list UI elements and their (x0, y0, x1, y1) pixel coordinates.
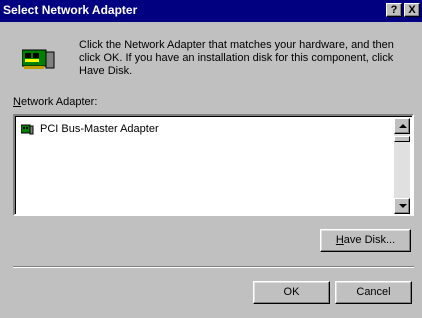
list-item-label: PCI Bus-Master Adapter (40, 123, 159, 135)
separator (13, 266, 414, 268)
scroll-thumb[interactable] (394, 136, 410, 142)
listbox-scrollbar[interactable] (394, 118, 410, 214)
network-adapter-label-accel: N (13, 96, 21, 108)
scroll-up-button[interactable] (394, 118, 410, 134)
instructions-text: Click the Network Adapter that matches y… (79, 39, 394, 77)
help-button[interactable]: ? (386, 3, 402, 17)
network-adapter-listbox[interactable]: PCI Bus-Master Adapter (13, 114, 414, 216)
arrow-down-icon (399, 204, 407, 208)
have-disk-button[interactable]: Have Disk... (320, 229, 411, 252)
have-disk-accel: H (335, 234, 344, 246)
network-adapter-label: Network Adapter: (13, 96, 97, 108)
network-adapter-label-text: etwork Adapter: (20, 96, 98, 108)
network-card-icon (21, 124, 34, 134)
dialog-title: Select Network Adapter (3, 3, 138, 17)
ok-button[interactable]: OK (253, 281, 330, 304)
network-card-icon (22, 49, 55, 69)
select-network-adapter-dialog: Select Network Adapter ? X Click the Net… (0, 0, 422, 318)
list-item[interactable]: PCI Bus-Master Adapter (21, 122, 159, 136)
scroll-down-button[interactable] (394, 198, 410, 214)
title-bar[interactable]: Select Network Adapter ? X (0, 0, 422, 22)
cancel-button[interactable]: Cancel (335, 281, 412, 304)
have-disk-label: ave Disk... (343, 234, 396, 246)
close-button[interactable]: X (404, 3, 420, 17)
arrow-up-icon (399, 124, 407, 128)
